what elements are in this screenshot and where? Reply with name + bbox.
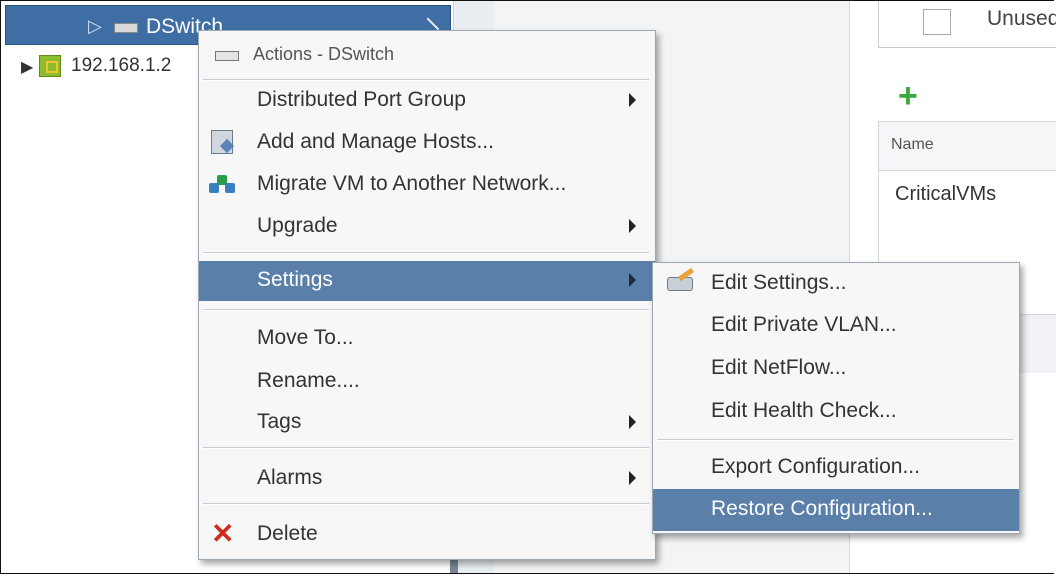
menu-item-alarms[interactable]: Alarms bbox=[199, 459, 655, 499]
menu-item-tags[interactable]: Tags bbox=[199, 403, 655, 443]
submenu-arrow-icon bbox=[629, 273, 636, 287]
submenu-item-label: Edit Settings... bbox=[711, 271, 847, 294]
menu-separator bbox=[203, 252, 649, 254]
submenu-arrow-icon bbox=[629, 471, 636, 485]
submenu-arrow-icon bbox=[629, 415, 636, 429]
menu-item-label: Tags bbox=[257, 410, 302, 433]
submenu-item-label: Restore Configuration... bbox=[711, 497, 933, 520]
unused-section: Unused bbox=[878, 1, 1056, 48]
submenu-item-restore-configuration[interactable]: Restore Configuration... bbox=[653, 489, 1019, 531]
menu-item-label: Alarms bbox=[257, 466, 323, 489]
menu-separator bbox=[203, 309, 649, 311]
unused-checkbox[interactable] bbox=[923, 9, 951, 35]
menu-item-label: Add and Manage Hosts... bbox=[257, 130, 494, 153]
menu-item-label: Settings bbox=[257, 268, 333, 291]
migrate-icon bbox=[209, 173, 235, 195]
grid-header[interactable]: Name bbox=[879, 122, 1056, 171]
submenu-item-label: Edit Private VLAN... bbox=[711, 313, 897, 336]
submenu-item-edit-settings[interactable]: Edit Settings... bbox=[653, 263, 1019, 305]
add-icon[interactable]: + bbox=[898, 79, 918, 113]
datacenter-icon bbox=[39, 55, 61, 77]
dswitch-icon bbox=[215, 51, 239, 61]
menu-item-settings[interactable]: Settings bbox=[199, 261, 655, 301]
expand-arrow-icon[interactable]: ▶ bbox=[21, 57, 33, 77]
submenu-item-export-configuration[interactable]: Export Configuration... bbox=[653, 447, 1019, 489]
submenu-arrow-icon bbox=[629, 219, 636, 233]
submenu-item-edit-netflow[interactable]: Edit NetFlow... bbox=[653, 348, 1019, 390]
menu-item-label: Rename.... bbox=[257, 369, 360, 392]
menu-item-migrate-vm[interactable]: Migrate VM to Another Network... bbox=[199, 165, 655, 205]
tree-item-label: 192.168.1.2 bbox=[71, 55, 172, 76]
menu-item-rename[interactable]: Rename.... bbox=[199, 362, 655, 402]
menu-item-label: Delete bbox=[257, 522, 318, 545]
submenu-item-label: Export Configuration... bbox=[711, 455, 920, 478]
menu-separator bbox=[203, 447, 649, 449]
settings-submenu: Edit Settings... Edit Private VLAN... Ed… bbox=[652, 262, 1020, 534]
submenu-item-label: Edit NetFlow... bbox=[711, 356, 847, 379]
context-menu: Actions - DSwitch Distributed Port Group… bbox=[198, 30, 656, 560]
menu-item-distributed-port-group[interactable]: Distributed Port Group bbox=[199, 81, 655, 121]
edit-settings-icon bbox=[667, 277, 693, 291]
menu-title-label: Actions - DSwitch bbox=[253, 44, 395, 64]
submenu-item-label: Edit Health Check... bbox=[711, 399, 897, 422]
table-row[interactable]: CriticalVMs bbox=[879, 171, 1056, 215]
menu-item-label: Distributed Port Group bbox=[257, 88, 466, 111]
menu-item-label: Upgrade bbox=[257, 214, 338, 237]
resize-handle-icon bbox=[426, 17, 440, 31]
menu-item-add-manage-hosts[interactable]: Add and Manage Hosts... bbox=[199, 123, 655, 163]
menu-item-move-to[interactable]: Move To... bbox=[199, 319, 655, 359]
menu-separator bbox=[203, 503, 649, 505]
dswitch-icon bbox=[114, 23, 138, 33]
submenu-arrow-icon bbox=[629, 93, 636, 107]
expand-arrow-icon[interactable]: ▷ bbox=[88, 16, 102, 37]
submenu-item-edit-private-vlan[interactable]: Edit Private VLAN... bbox=[653, 305, 1019, 347]
menu-item-label: Migrate VM to Another Network... bbox=[257, 172, 567, 195]
menu-separator bbox=[657, 439, 1013, 441]
column-header-name: Name bbox=[891, 136, 934, 153]
menu-item-upgrade[interactable]: Upgrade bbox=[199, 207, 655, 247]
menu-item-delete[interactable]: ✕ Delete bbox=[199, 515, 655, 555]
delete-icon: ✕ bbox=[211, 518, 235, 549]
hosts-icon bbox=[211, 130, 233, 154]
menu-title: Actions - DSwitch bbox=[199, 31, 655, 79]
submenu-item-edit-health-check[interactable]: Edit Health Check... bbox=[653, 391, 1019, 433]
unused-label: Unused bbox=[987, 7, 1056, 30]
table-cell: CriticalVMs bbox=[895, 183, 997, 205]
menu-item-label: Move To... bbox=[257, 326, 354, 349]
